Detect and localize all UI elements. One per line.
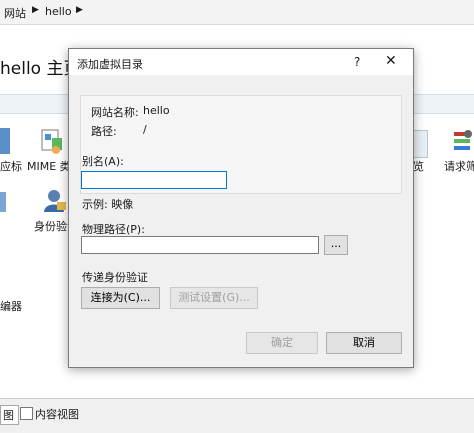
request-filtering-icon[interactable]	[452, 128, 474, 156]
path-label: 路径:	[91, 125, 117, 138]
alias-input[interactable]	[81, 171, 227, 189]
authentication-icon[interactable]	[42, 188, 68, 214]
feature-icon-partial-2[interactable]	[0, 190, 8, 214]
add-virtual-directory-dialog: 添加虚拟目录 ? ✕ 网站名称: hello 路径: / 别名(A): 示例: …	[68, 48, 414, 368]
example-label: 示例: 映像	[82, 198, 134, 211]
physical-path-input[interactable]	[81, 236, 319, 254]
help-button[interactable]: ?	[354, 55, 360, 69]
site-name-value: hello	[143, 104, 170, 117]
breadcrumb-sites[interactable]: 网站	[4, 5, 26, 21]
content-view-tab[interactable]: 内容视图	[35, 406, 79, 422]
request-filtering-label[interactable]: 请求筛	[444, 158, 474, 174]
site-name-label: 网站名称:	[91, 106, 139, 119]
physical-path-label: 物理路径(P):	[82, 223, 145, 236]
breadcrumb: 网站 ▶ hello ▶	[0, 0, 474, 25]
status-bar: 图 内容视图	[0, 398, 474, 433]
features-view-tab[interactable]: 图	[0, 405, 19, 425]
close-icon[interactable]: ✕	[385, 53, 397, 69]
dialog-title: 添加虚拟目录	[77, 58, 143, 71]
dialog-titlebar[interactable]: 添加虚拟目录 ? ✕	[69, 49, 413, 75]
directory-browse-icon[interactable]	[412, 130, 428, 158]
feature-label-partial: 应标	[0, 160, 22, 173]
test-settings-button[interactable]: 测试设置(G)...	[170, 287, 258, 309]
chevron-right-icon: ▶	[32, 5, 39, 15]
mime-types-icon[interactable]	[40, 128, 66, 156]
mime-types-label[interactable]: MIME 类	[27, 158, 71, 174]
breadcrumb-hello[interactable]: hello	[45, 5, 72, 18]
feature-icon-partial[interactable]	[0, 128, 10, 154]
editor-label-partial: 编器	[0, 300, 22, 313]
browse-button[interactable]: ...	[324, 235, 348, 255]
connect-as-button[interactable]: 连接为(C)...	[81, 287, 160, 309]
ok-button[interactable]: 确定	[246, 332, 318, 354]
path-value: /	[143, 123, 147, 136]
content-view-icon	[20, 407, 33, 420]
cancel-button[interactable]: 取消	[326, 332, 402, 354]
alias-label: 别名(A):	[82, 155, 124, 168]
directory-browse-label[interactable]: 览	[413, 158, 424, 174]
chevron-right-icon: ▶	[76, 5, 83, 15]
passthrough-auth-label: 传递身份验证	[82, 271, 148, 284]
